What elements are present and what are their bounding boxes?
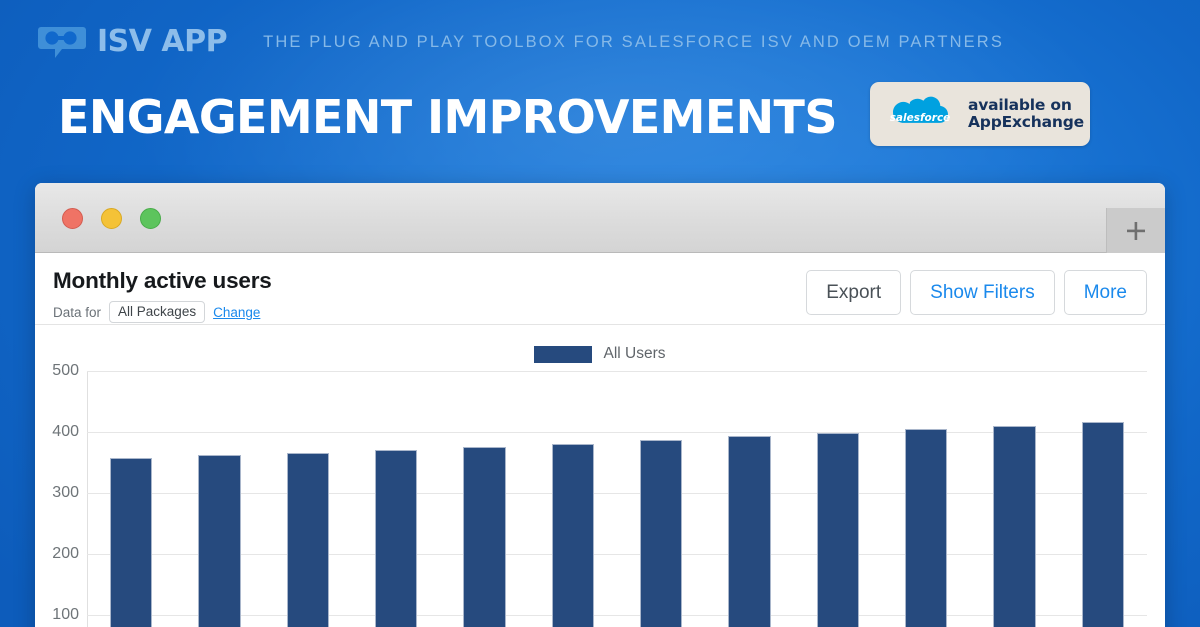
chart-bar[interactable] bbox=[639, 439, 683, 627]
chart-bar[interactable] bbox=[816, 432, 860, 627]
minimize-window-button[interactable] bbox=[101, 208, 122, 229]
salesforce-cloud-icon: salesforce bbox=[882, 88, 958, 141]
chart-bar[interactable] bbox=[198, 455, 241, 627]
chart-bar[interactable] bbox=[904, 428, 948, 627]
chart-bar[interactable] bbox=[374, 449, 418, 627]
chart-legend: All Users bbox=[35, 337, 1165, 371]
close-window-button[interactable] bbox=[62, 208, 83, 229]
y-axis-tick-label: 100 bbox=[52, 605, 79, 623]
y-axis-tick-label: 400 bbox=[52, 422, 79, 440]
salesforce-wordmark: salesforce bbox=[890, 112, 951, 124]
appexchange-badge[interactable]: salesforce available on AppExchange bbox=[870, 82, 1090, 146]
legend-swatch-all-users bbox=[534, 345, 593, 363]
page-header: Monthly active users Data for All Packag… bbox=[35, 253, 1165, 325]
chart-bar[interactable] bbox=[728, 436, 771, 627]
chart-bar[interactable] bbox=[286, 452, 330, 627]
site-tagline: THE PLUG AND PLAY TOOLBOX FOR SALESFORCE… bbox=[263, 32, 1005, 51]
chart-bar[interactable] bbox=[993, 425, 1036, 627]
appexchange-line2: AppExchange bbox=[968, 113, 1084, 131]
page-headline: ENGAGEMENT IMPROVEMENTS bbox=[58, 90, 837, 144]
y-axis-tick-label: 200 bbox=[52, 544, 79, 562]
new-tab-button[interactable] bbox=[1106, 208, 1165, 253]
window-controls bbox=[62, 208, 161, 229]
y-axis-tick-label: 500 bbox=[52, 362, 79, 379]
isv-app-speech-bubble-icon bbox=[38, 25, 86, 59]
appexchange-line1: available on bbox=[968, 95, 1072, 114]
browser-titlebar bbox=[35, 183, 1165, 253]
data-for-label: Data for bbox=[53, 304, 102, 320]
browser-window: Monthly active users Data for All Packag… bbox=[35, 183, 1165, 627]
show-filters-button[interactable]: Show Filters bbox=[910, 270, 1055, 315]
maximize-window-button[interactable] bbox=[140, 208, 161, 229]
chart-bar[interactable] bbox=[1081, 421, 1125, 627]
y-axis-tick-label: 300 bbox=[52, 483, 79, 501]
export-button[interactable]: Export bbox=[806, 270, 902, 315]
chart-container: All Users 500 400 300 200 100 bbox=[35, 325, 1165, 627]
legend-label-all-users: All Users bbox=[603, 345, 666, 362]
chart-bars bbox=[87, 371, 1147, 627]
brand-name: ISV APP bbox=[97, 24, 228, 59]
chart-bar[interactable] bbox=[551, 443, 595, 627]
more-button[interactable]: More bbox=[1063, 270, 1147, 315]
page-actions: Export Show Filters More bbox=[806, 270, 1147, 315]
chart-bar[interactable] bbox=[463, 446, 506, 627]
plus-icon bbox=[1125, 220, 1147, 242]
site-topbar: ISV APP THE PLUG AND PLAY TOOLBOX FOR SA… bbox=[0, 0, 1200, 84]
brand-logo[interactable]: ISV APP bbox=[38, 24, 228, 59]
change-package-link[interactable]: Change bbox=[213, 305, 260, 320]
package-filter-pill[interactable]: All Packages bbox=[109, 301, 206, 323]
chart-bar[interactable] bbox=[109, 458, 153, 627]
chart-plot-area[interactable]: 500 400 300 200 100 bbox=[52, 362, 1147, 627]
appexchange-badge-text: available on AppExchange bbox=[968, 95, 1084, 132]
